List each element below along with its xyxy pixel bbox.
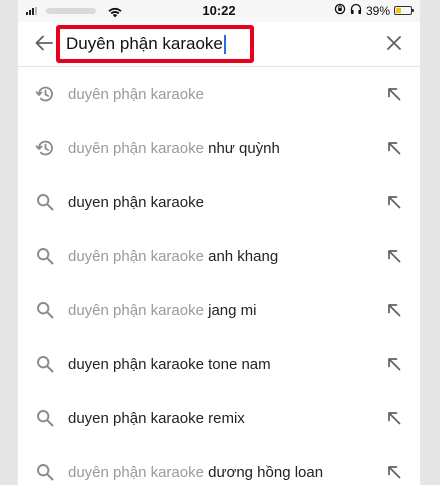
phone-screen: 10:22 39% Duyên phận karaoke duyên phận … [18, 0, 420, 485]
suggestion-item[interactable]: duyên phận karaoke [18, 67, 420, 121]
text-caret [223, 34, 226, 54]
suggestion-prefix: duyen phận karaoke remix [68, 409, 245, 427]
orientation-lock-icon [334, 3, 346, 18]
suggestion-prefix: duyen phận karaoke [68, 193, 204, 211]
suggestion-text: duyen phận karaoke tone nam [68, 356, 271, 373]
battery-icon [394, 6, 414, 15]
suggestion-item[interactable]: duyen phận karaoke remix [18, 391, 420, 445]
search-icon [34, 245, 56, 267]
suggestion-completion: dương hồng loan [203, 463, 324, 481]
suggestion-list: duyên phận karaoke duyên phận karaoke như… [18, 67, 420, 485]
history-icon [34, 83, 56, 105]
suggestion-text: duyên phận karaoke như quỳnh [68, 140, 280, 157]
suggestion-item[interactable]: duyen phận karaoke tone nam [18, 337, 420, 391]
fill-query-button[interactable] [384, 354, 404, 374]
history-icon [34, 137, 56, 159]
search-icon [34, 191, 56, 213]
suggestion-item[interactable]: duyên phận karaoke dương hồng loan [18, 445, 420, 485]
search-query: Duyên phận karaoke [66, 34, 223, 53]
suggestion-completion: như quỳnh [203, 139, 280, 157]
arrow-up-left-icon [388, 88, 401, 101]
fill-query-button[interactable] [384, 300, 404, 320]
search-icon [34, 299, 56, 321]
clear-search-button[interactable] [384, 33, 404, 53]
suggestion-completion: jang mi [203, 301, 257, 319]
background-right [420, 0, 440, 485]
suggestion-prefix: duyên phận karaoke [68, 85, 204, 103]
arrow-up-left-icon [388, 304, 401, 317]
arrow-up-left-icon [388, 412, 401, 425]
suggestion-prefix: duyên phận karaoke [68, 301, 204, 319]
suggestion-prefix: duyên phận karaoke [68, 247, 204, 265]
back-button[interactable] [32, 31, 56, 55]
suggestion-prefix: duyen phận karaoke tone nam [68, 355, 271, 373]
suggestion-item[interactable]: duyên phận karaoke anh khang [18, 229, 420, 283]
arrow-up-left-icon [388, 250, 401, 263]
suggestion-text: duyen phận karaoke [68, 194, 204, 211]
search-icon [34, 353, 56, 375]
arrow-up-left-icon [388, 196, 401, 209]
search-icon [34, 407, 56, 429]
fill-query-button[interactable] [384, 84, 404, 104]
search-input[interactable]: Duyên phận karaoke [56, 25, 254, 63]
suggestion-text: duyên phận karaoke [68, 86, 204, 103]
suggestion-text: duyên phận karaoke anh khang [68, 248, 278, 265]
background-left [0, 0, 18, 485]
arrow-left-icon [35, 35, 53, 51]
suggestion-text: duyên phận karaoke dương hồng loan [68, 464, 323, 481]
search-icon [34, 461, 56, 483]
suggestion-completion: anh khang [203, 247, 279, 265]
status-right-group: 39% [334, 3, 414, 18]
arrow-up-left-icon [388, 466, 401, 479]
fill-query-button[interactable] [384, 462, 404, 482]
suggestion-text: duyên phận karaoke jang mi [68, 302, 256, 319]
suggestion-prefix: duyên phận karaoke [68, 463, 204, 481]
suggestion-item[interactable]: duyen phận karaoke [18, 175, 420, 229]
battery-level [396, 8, 402, 13]
fill-query-button[interactable] [384, 192, 404, 212]
battery-percent: 39% [365, 3, 390, 18]
suggestion-item[interactable]: duyên phận karaoke như quỳnh [18, 121, 420, 175]
suggestion-prefix: duyên phận karaoke [68, 139, 204, 157]
fill-query-button[interactable] [384, 408, 404, 428]
arrow-up-left-icon [388, 358, 401, 371]
suggestion-text: duyen phận karaoke remix [68, 410, 245, 427]
suggestion-item[interactable]: duyên phận karaoke jang mi [18, 283, 420, 337]
fill-query-button[interactable] [384, 138, 404, 158]
headphones-icon [350, 3, 362, 18]
close-icon [387, 36, 401, 50]
status-bar: 10:22 39% [18, 0, 420, 22]
search-header: Duyên phận karaoke [18, 22, 420, 67]
fill-query-button[interactable] [384, 246, 404, 266]
arrow-up-left-icon [388, 142, 401, 155]
